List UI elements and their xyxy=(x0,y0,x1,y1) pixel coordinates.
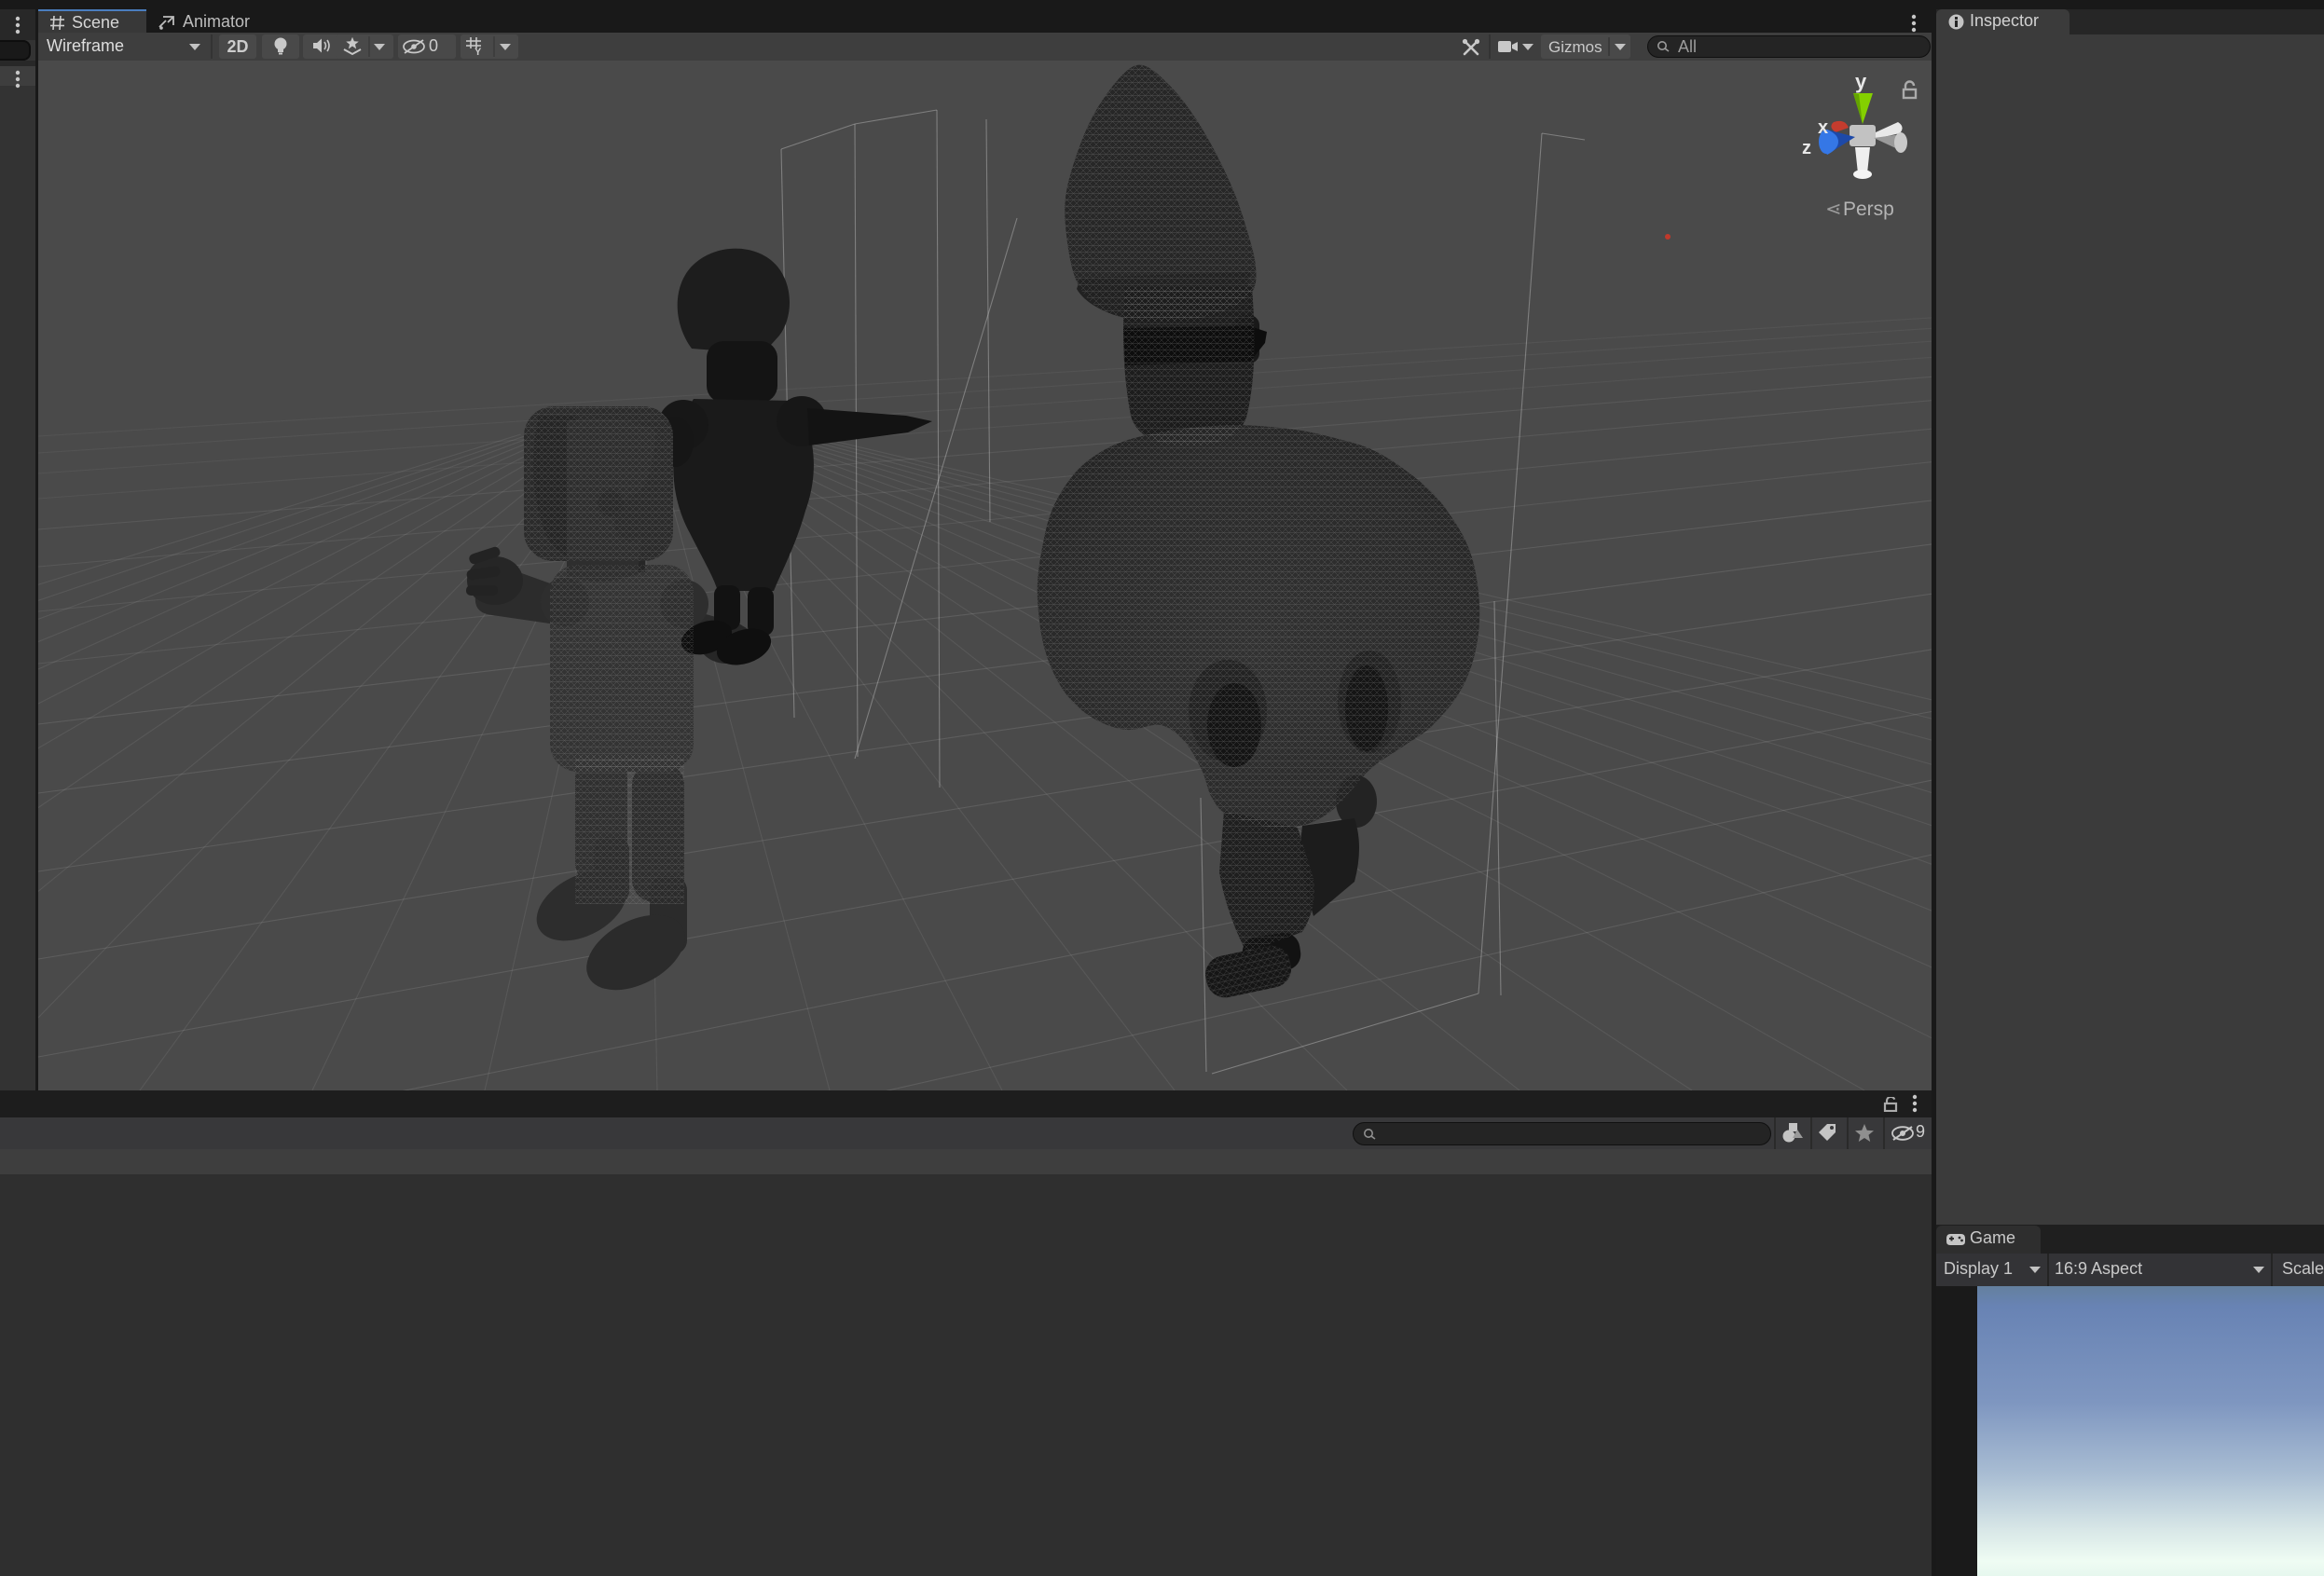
svg-text:Y: Y xyxy=(474,47,482,57)
svg-text:y: y xyxy=(1855,70,1867,93)
svg-text:Persp: Persp xyxy=(1843,199,1894,220)
svg-text:x: x xyxy=(1818,117,1828,138)
svg-text:⋖: ⋖ xyxy=(1825,199,1842,220)
svg-text:z: z xyxy=(1802,138,1811,158)
